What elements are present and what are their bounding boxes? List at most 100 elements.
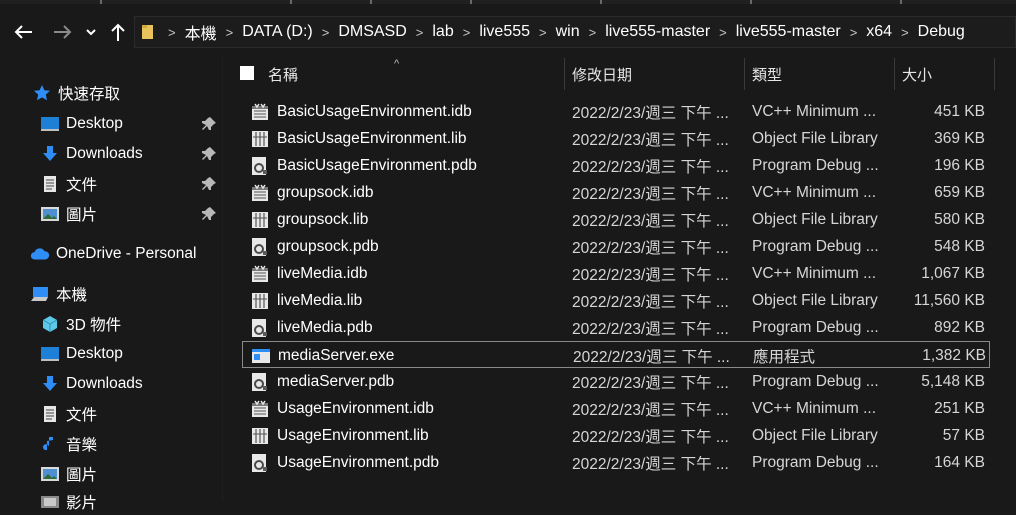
file-name-cell[interactable]: UsageEnvironment.idb — [250, 395, 560, 422]
breadcrumb-segment[interactable]: > win — [530, 23, 580, 41]
chevron-right-icon[interactable]: > — [901, 25, 909, 40]
file-row[interactable]: BasicUsageEnvironment.idb 2022/2/23/週三 下午… — [242, 98, 990, 125]
sidebar-item-downloads[interactable]: Downloads — [40, 141, 143, 167]
chevron-right-icon[interactable]: > — [850, 25, 858, 40]
select-all-checkbox[interactable] — [240, 66, 254, 80]
forward-button[interactable] — [49, 18, 77, 46]
column-divider[interactable] — [564, 58, 565, 90]
breadcrumb-segment[interactable]: > live555-master — [710, 23, 841, 41]
sidebar-item-videos[interactable]: 影片 — [40, 489, 97, 515]
breadcrumb-label[interactable]: 本機 — [185, 20, 217, 44]
chevron-right-icon[interactable]: > — [463, 25, 471, 40]
column-header-type[interactable]: 類型 — [752, 56, 892, 92]
file-name[interactable]: UsageEnvironment.idb — [277, 400, 434, 418]
file-name[interactable]: mediaServer.exe — [278, 347, 394, 365]
sidebar-item-downloads[interactable]: Downloads — [40, 371, 143, 397]
file-row[interactable]: groupsock.idb 2022/2/23/週三 下午 ... VC++ Min… — [242, 179, 990, 206]
file-name-cell[interactable]: groupsock.idb — [250, 179, 560, 206]
file-row[interactable]: liveMedia.idb 2022/2/23/週三 下午 ... VC++ Min… — [242, 260, 990, 287]
breadcrumb-label[interactable]: live555 — [479, 23, 530, 41]
file-name[interactable]: liveMedia.lib — [277, 292, 362, 310]
sidebar-item-music[interactable]: 音樂 — [40, 431, 97, 457]
file-name-cell[interactable]: UsageEnvironment.pdb — [250, 449, 560, 476]
breadcrumb-segment[interactable]: > live555-master — [580, 23, 711, 41]
recent-locations-button[interactable] — [80, 18, 102, 46]
file-name[interactable]: mediaServer.pdb — [277, 373, 394, 391]
file-name[interactable]: BasicUsageEnvironment.idb — [277, 103, 472, 121]
breadcrumb-label[interactable]: lab — [432, 23, 453, 41]
breadcrumb-segment[interactable]: > DATA (D:) — [217, 23, 313, 41]
column-header-size[interactable]: 大小 — [902, 56, 992, 92]
breadcrumb-label[interactable]: DMSASD — [338, 23, 406, 41]
sidebar-item-3d-objects[interactable]: 3D 物件 — [40, 311, 121, 337]
file-name[interactable]: BasicUsageEnvironment.pdb — [277, 157, 477, 175]
breadcrumb-label[interactable]: win — [556, 23, 580, 41]
file-row[interactable]: UsageEnvironment.pdb 2022/2/23/週三 下午 ... P… — [242, 449, 990, 476]
file-name-cell[interactable]: UsageEnvironment.lib — [250, 422, 560, 449]
breadcrumb-label[interactable]: Debug — [918, 23, 965, 41]
file-name[interactable]: liveMedia.pdb — [277, 319, 373, 337]
breadcrumb-label[interactable]: DATA (D:) — [242, 23, 313, 41]
sidebar-item-onedrive[interactable]: OneDrive - Personal — [30, 241, 196, 267]
breadcrumb-label[interactable]: live555-master — [736, 23, 841, 41]
file-row[interactable]: liveMedia.lib 2022/2/23/週三 下午 ... Object F… — [242, 287, 990, 314]
file-name-cell[interactable]: BasicUsageEnvironment.idb — [250, 98, 560, 125]
breadcrumb-segment[interactable]: > live555 — [454, 23, 530, 41]
chevron-right-icon[interactable]: > — [416, 25, 424, 40]
sidebar-item-documents[interactable]: 文件 — [40, 401, 97, 427]
pin-icon[interactable] — [201, 146, 217, 162]
pin-icon[interactable] — [201, 176, 217, 192]
file-row[interactable]: groupsock.pdb 2022/2/23/週三 下午 ... Program … — [242, 233, 990, 260]
chevron-right-icon[interactable]: > — [168, 25, 176, 40]
file-row[interactable]: mediaServer.exe 2022/2/23/週三 下午 ... 應用程式 1,… — [242, 341, 990, 368]
sidebar-item-documents[interactable]: 文件 — [40, 171, 97, 197]
file-name[interactable]: groupsock.idb — [277, 184, 374, 202]
file-name[interactable]: liveMedia.idb — [277, 265, 367, 283]
back-button[interactable] — [9, 18, 37, 46]
file-name-cell[interactable]: liveMedia.pdb — [250, 314, 560, 341]
file-name[interactable]: BasicUsageEnvironment.lib — [277, 130, 467, 148]
breadcrumb-segment[interactable]: > x64 — [841, 23, 892, 41]
file-name[interactable]: groupsock.pdb — [277, 238, 379, 256]
file-name-cell[interactable]: groupsock.pdb — [250, 233, 560, 260]
file-name[interactable]: UsageEnvironment.pdb — [277, 454, 439, 472]
file-row[interactable]: UsageEnvironment.lib 2022/2/23/週三 下午 ... O… — [242, 422, 990, 449]
sidebar-item-this-pc[interactable]: 本機 — [30, 281, 87, 307]
chevron-right-icon[interactable]: > — [719, 25, 727, 40]
file-row[interactable]: UsageEnvironment.idb 2022/2/23/週三 下午 ... V… — [242, 395, 990, 422]
column-divider[interactable] — [894, 58, 895, 90]
column-divider[interactable] — [744, 58, 745, 90]
column-header-date[interactable]: 修改日期 — [572, 56, 742, 92]
sidebar-item-pictures[interactable]: 圖片 — [40, 201, 97, 227]
chevron-right-icon[interactable]: > — [539, 25, 547, 40]
file-name-cell[interactable]: BasicUsageEnvironment.lib — [250, 125, 560, 152]
file-row[interactable]: liveMedia.pdb 2022/2/23/週三 下午 ... Program … — [242, 314, 990, 341]
breadcrumb-label[interactable]: live555-master — [605, 23, 710, 41]
chevron-right-icon[interactable]: > — [589, 25, 597, 40]
file-name-cell[interactable]: mediaServer.pdb — [250, 368, 560, 395]
breadcrumb-segment[interactable]: > Debug — [892, 23, 965, 41]
column-header-name[interactable]: 名稱 — [268, 56, 558, 92]
breadcrumb-segment[interactable]: > lab — [407, 23, 454, 41]
breadcrumb-segment[interactable]: > DMSASD — [313, 23, 407, 41]
file-row[interactable]: BasicUsageEnvironment.pdb 2022/2/23/週三 下午… — [242, 152, 990, 179]
breadcrumb-label[interactable]: x64 — [866, 23, 892, 41]
file-name-cell[interactable]: groupsock.lib — [250, 206, 560, 233]
file-name-cell[interactable]: liveMedia.lib — [250, 287, 560, 314]
file-row[interactable]: groupsock.lib 2022/2/23/週三 下午 ... Object F… — [242, 206, 990, 233]
sidebar-item-quick-access[interactable]: 快速存取 — [32, 80, 120, 106]
pin-icon[interactable] — [201, 116, 217, 132]
file-name[interactable]: groupsock.lib — [277, 211, 368, 229]
address-bar[interactable]: > 本機 > DATA (D:) > DMSASD > lab > live555 > wi… — [134, 16, 1016, 48]
file-name-cell[interactable]: liveMedia.idb — [250, 260, 560, 287]
up-button[interactable] — [104, 18, 132, 46]
file-name[interactable]: UsageEnvironment.lib — [277, 427, 429, 445]
sidebar-item-desktop[interactable]: Desktop — [40, 111, 123, 137]
sidebar-item-pictures[interactable]: 圖片 — [40, 461, 97, 487]
file-row[interactable]: mediaServer.pdb 2022/2/23/週三 下午 ... Progra… — [242, 368, 990, 395]
file-row[interactable]: BasicUsageEnvironment.lib 2022/2/23/週三 下午… — [242, 125, 990, 152]
chevron-right-icon[interactable]: > — [226, 25, 234, 40]
pin-icon[interactable] — [201, 206, 217, 222]
sidebar-item-desktop[interactable]: Desktop — [40, 341, 123, 367]
file-name-cell[interactable]: mediaServer.exe — [251, 342, 561, 369]
